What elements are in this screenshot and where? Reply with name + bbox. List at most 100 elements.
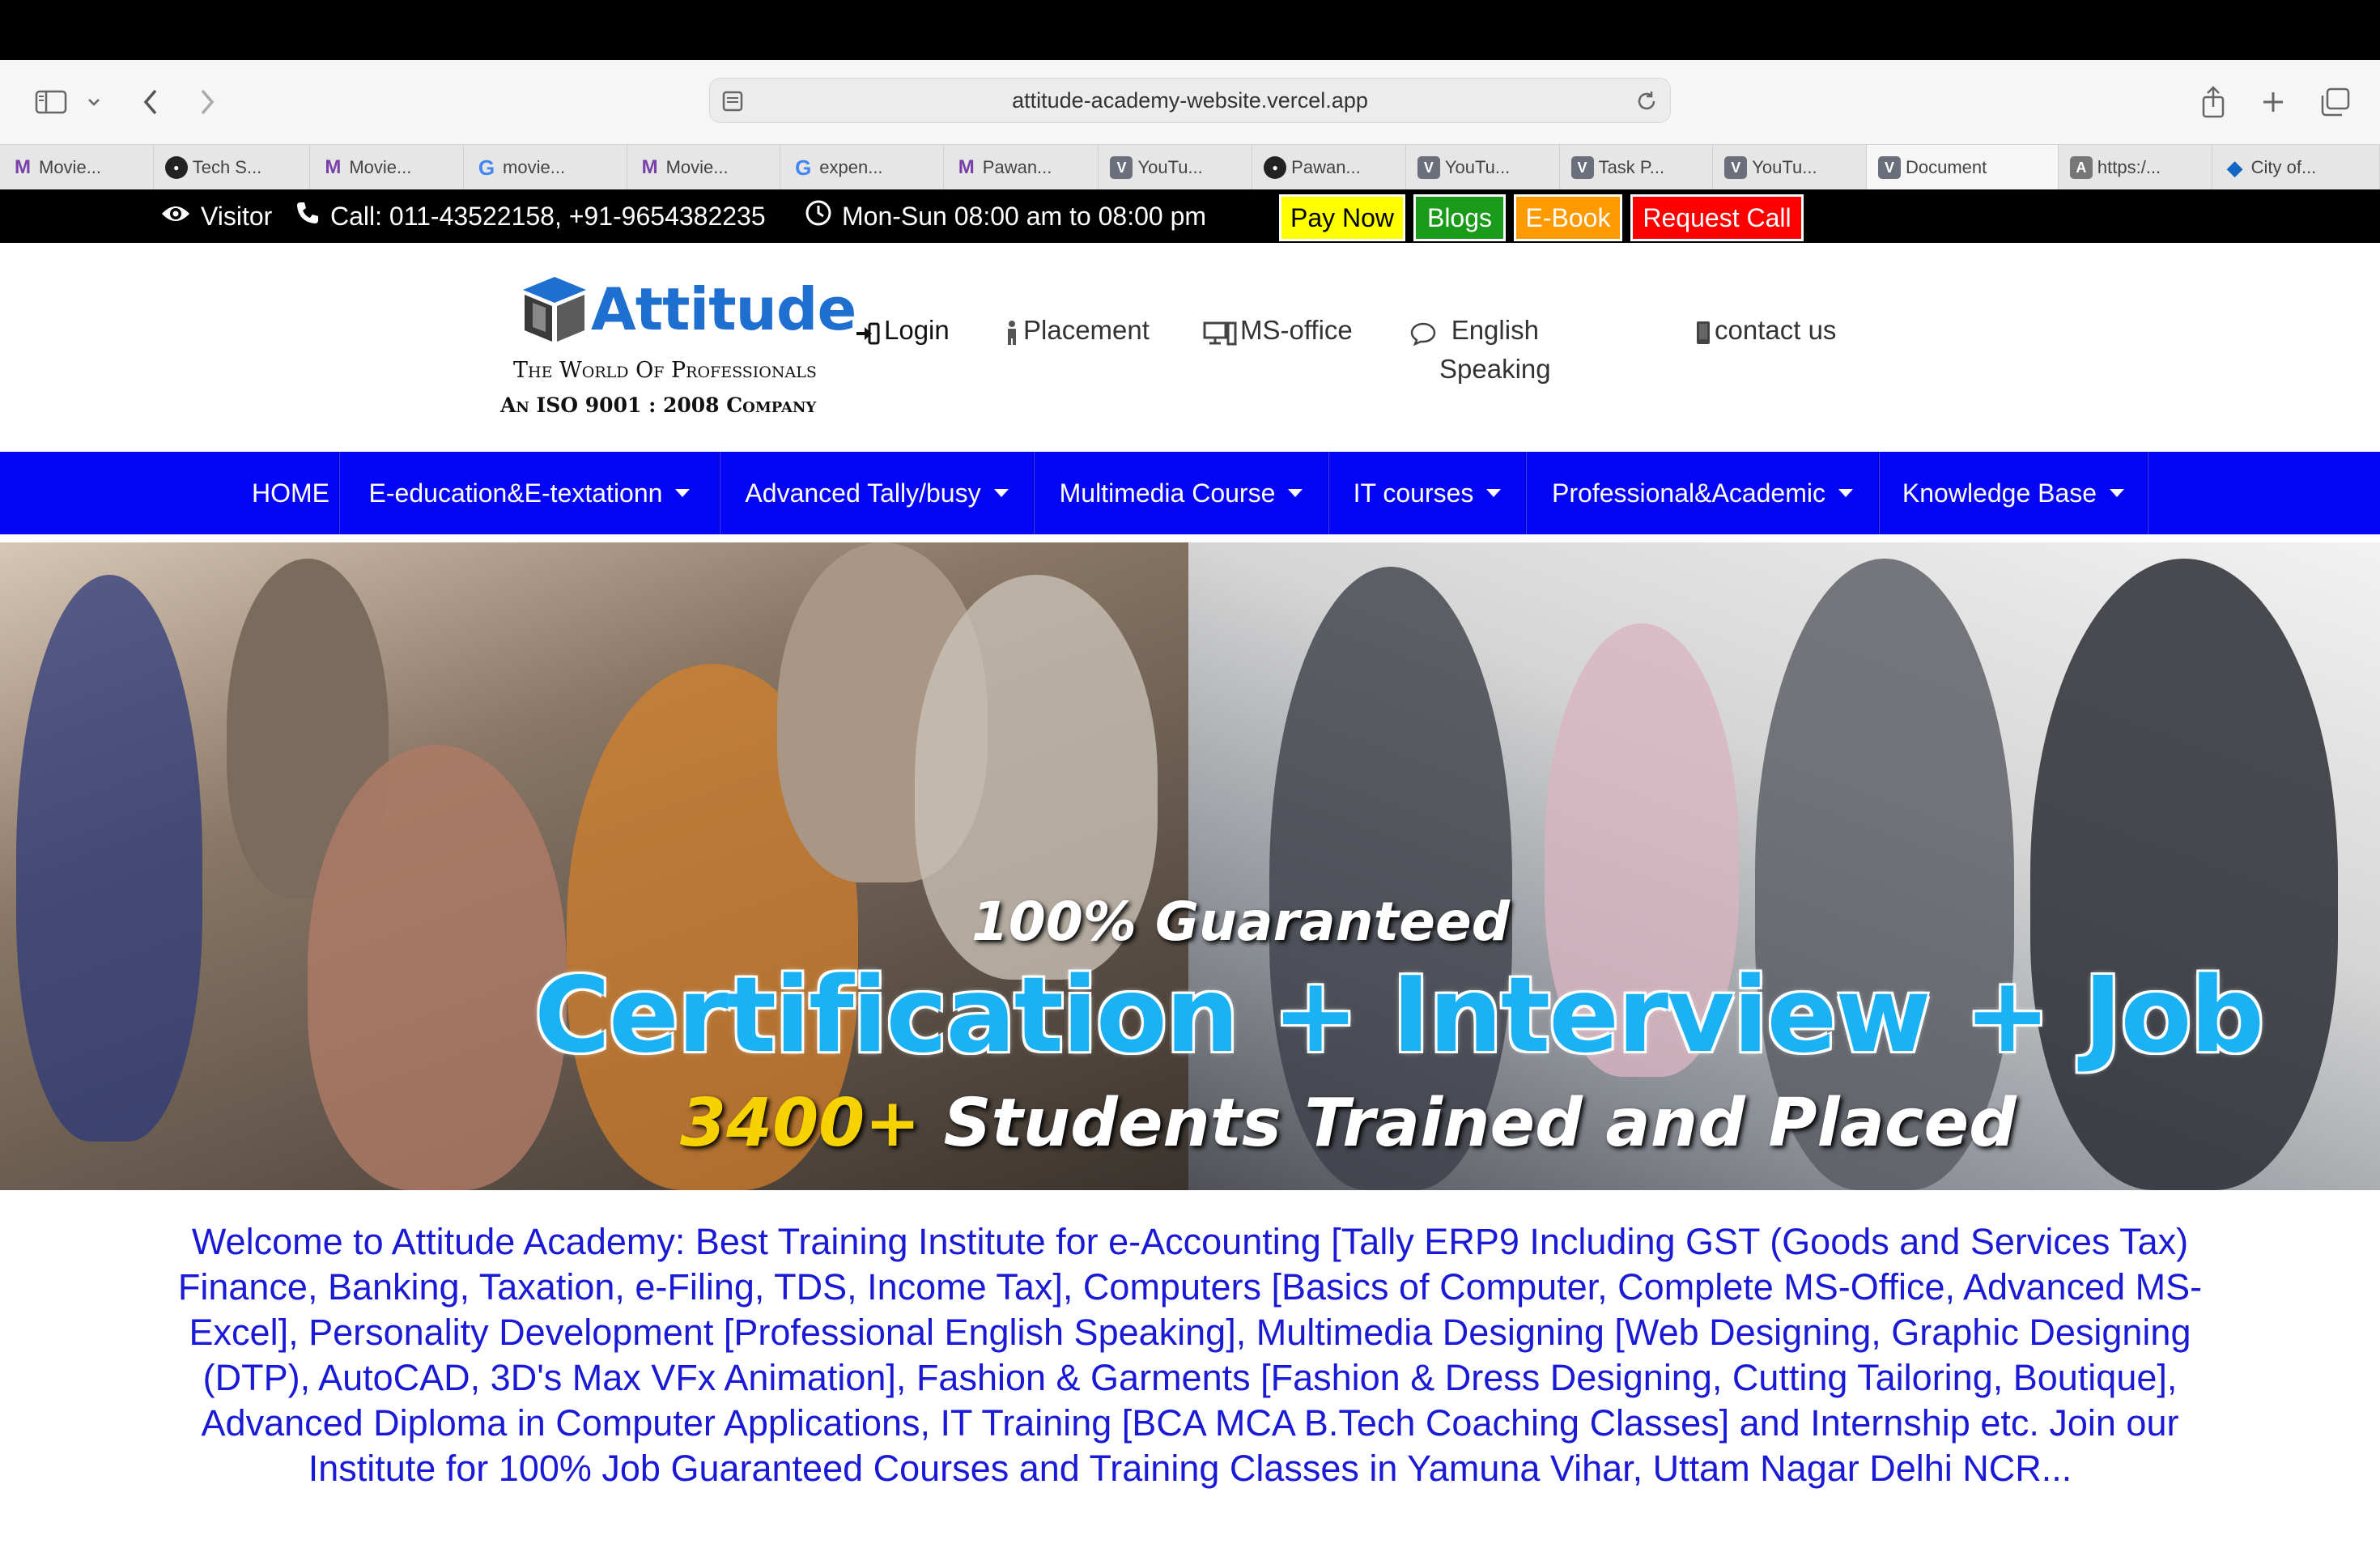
tab-favicon-icon: G [795,155,812,180]
person-icon [1004,317,1020,356]
browser-tab[interactable]: M Pawan... [944,145,1099,190]
mobile-phone-icon [1695,317,1711,356]
url-text: attitude-academy-website.vercel.app [1012,87,1368,113]
browser-tab[interactable]: ● Tech S... [154,145,311,190]
logo-tagline: The World Of Professionals [513,358,817,383]
hours-info: Mon-Sun 08:00 am to 08:00 pm [805,189,1206,243]
request-call-button[interactable]: Request Call [1630,194,1804,241]
browser-tab[interactable]: Gexpen... [780,145,944,190]
nav-knowledge-base[interactable]: Knowledge Base [1880,452,2147,534]
eye-icon [160,202,191,232]
phone-icon [295,200,321,232]
nav-item-label: Professional&Academic [1552,478,1825,508]
tab-label: movie... [503,157,566,177]
tab-label: Movie... [665,157,729,177]
caret-down-icon [1288,489,1303,497]
share-icon[interactable] [2197,81,2229,123]
caret-down-icon [2110,489,2125,497]
logo-brand-text: Attitude [591,275,856,343]
new-tab-icon[interactable] [2257,81,2289,123]
hero-students-text: 3400+ Students Trained and Placed [680,1085,2017,1162]
browser-tab[interactable]: ◆ City of... [2212,145,2380,190]
tab-overview-icon[interactable] [2317,81,2352,123]
nav-home[interactable]: HOME [243,452,338,534]
browser-tab[interactable]: V Task P... [1560,145,1714,190]
attitude-logo[interactable]: Attitude The World Of Professionals An I… [494,272,856,426]
tab-label: Pawan... [1291,157,1361,177]
tab-favicon-icon: A [2069,156,2093,179]
tab-favicon-icon: V [1417,156,1440,179]
english-speaking-link[interactable]: English Speaking [1410,311,1551,389]
browser-tab[interactable]: M Movie... [310,145,465,190]
login-label: Login [884,315,950,345]
tab-favicon-icon: G [478,155,495,180]
tab-label: YouTu... [1752,157,1817,177]
tab-label: Movie... [39,157,102,177]
hero-guarantee-text: 100% Guaranteed [971,891,1510,953]
logo-box-icon [523,277,586,342]
forward-icon[interactable] [191,81,223,123]
tab-favicon-icon: M [958,156,975,178]
browser-tab[interactable]: ● Pawan... [1252,145,1406,190]
caret-down-icon [675,489,691,497]
tab-label: Movie... [349,157,412,177]
ms-office-label: MS-office [1240,315,1353,345]
browser-tab[interactable]: V YouTu... [1099,145,1253,190]
sidebar-toggle-icon[interactable] [31,81,71,123]
tab-favicon-icon: M [325,156,342,178]
nav-it-courses[interactable]: IT courses [1329,452,1525,534]
tab-label: Task P... [1598,157,1665,177]
tab-favicon-icon: M [641,156,658,178]
tab-label: Document [1905,157,1987,177]
chevron-down-icon[interactable] [84,81,104,123]
address-bar[interactable]: attitude-academy-website.vercel.app [709,78,1671,123]
blogs-button[interactable]: Blogs [1413,194,1506,241]
site-header: Attitude The World Of Professionals An I… [0,243,2380,452]
hero-students-label: Students Trained and Placed [920,1085,2017,1162]
browser-tab[interactable]: M Movie... [627,145,781,190]
nav-professional-academic[interactable]: Professional&Academic [1527,452,1878,534]
nav-item-label: E-education&E-textationn [368,478,663,508]
nav-item-label: IT courses [1353,478,1474,508]
browser-tab[interactable]: Ahttps:/... [2059,145,2212,190]
tab-strip: M Movie... ● Tech S... M Movie... Gmovie... M Mo… [0,144,2380,190]
placement-link[interactable]: Placement [1004,311,1150,356]
login-link[interactable]: Login [855,311,950,356]
nav-multimedia-course[interactable]: Multimedia Course [1035,452,1328,534]
hero-banner: 100% Guaranteed Certification + Intervie… [0,542,2380,1190]
pay-now-button[interactable]: Pay Now [1279,194,1405,241]
desktop-icon [1203,317,1237,356]
logo-iso: An ISO 9001 : 2008 Company [500,393,817,417]
browser-tab[interactable]: M Movie... [0,145,154,190]
tab-label: Tech S... [192,157,262,177]
info-bar: Visitor Call: 011-43522158, +91-96543822… [0,189,2380,243]
back-icon[interactable] [134,81,167,123]
ms-office-link[interactable]: MS-office [1203,311,1353,356]
tab-label: YouTu... [1137,157,1203,177]
browser-tab[interactable]: V YouTu... [1713,145,1867,190]
nav-item-label: Advanced Tally/busy [745,478,981,508]
english-label-line1: English [1451,315,1539,345]
browser-tab[interactable]: V Document [1866,145,2059,190]
browser-tab[interactable]: Gmovie... [464,145,627,190]
caret-down-icon [1838,489,1853,497]
browser-tab[interactable]: V YouTu... [1406,145,1560,190]
caret-down-icon [993,489,1009,497]
tab-label: City of... [2250,157,2317,177]
tab-favicon-icon: V [1110,156,1133,179]
browser-toolbar: attitude-academy-website.vercel.app [0,60,2380,144]
visitor-label: Visitor [201,201,273,231]
call-text: Call: 011-43522158, +91-9654382235 [330,201,766,231]
tab-favicon-icon: V [1570,156,1594,179]
call-info: Call: 011-43522158, +91-9654382235 [295,189,766,243]
reload-icon[interactable] [1634,89,1659,117]
nav-e-education[interactable]: E-education&E-textationn [340,452,719,534]
page-menu-icon[interactable] [721,90,744,117]
nav-advanced-tally[interactable]: Advanced Tally/busy [720,452,1033,534]
sign-in-icon [855,317,881,356]
hero-headline: Certification + Interview + Job [534,955,2264,1076]
ebook-button[interactable]: E-Book [1514,194,1622,241]
nav-home-label: HOME [252,478,329,508]
system-menu-bar [0,0,2380,60]
contact-us-link[interactable]: contact us [1695,311,1836,356]
